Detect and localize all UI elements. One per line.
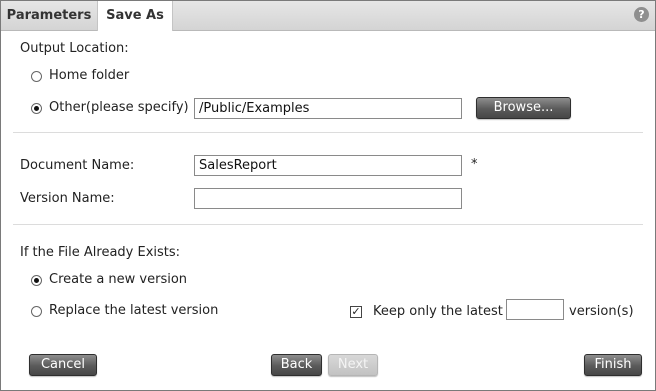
- next-button[interactable]: Next: [328, 354, 378, 376]
- other-path-input[interactable]: /Public/Examples: [194, 98, 462, 119]
- replace-latest-version-label: Replace the latest version: [49, 303, 219, 318]
- save-as-dialog: Parameters Save As ? Output Location: Ho…: [0, 0, 656, 391]
- finish-button[interactable]: Finish: [584, 354, 642, 376]
- version-name-input[interactable]: [194, 188, 462, 209]
- keep-only-latest-label: Keep only the latest: [373, 304, 503, 319]
- separator: [13, 132, 643, 133]
- create-new-version-label: Create a new version: [49, 272, 188, 287]
- document-name-label: Document Name:: [20, 158, 135, 173]
- version-name-label: Version Name:: [20, 191, 115, 206]
- tab-bar: Parameters Save As ?: [1, 1, 655, 31]
- back-button[interactable]: Back: [271, 354, 322, 376]
- output-location-heading: Output Location:: [20, 41, 129, 56]
- file-exists-heading: If the File Already Exists:: [20, 245, 181, 260]
- keep-versions-count-input[interactable]: [506, 299, 564, 320]
- versions-suffix-label: version(s): [569, 304, 634, 319]
- tab-save-as[interactable]: Save As: [97, 1, 173, 31]
- home-folder-radio[interactable]: [31, 71, 42, 82]
- other-location-radio[interactable]: [31, 103, 42, 114]
- keep-only-latest-checkbox[interactable]: ✓: [350, 306, 362, 318]
- other-location-label: Other(please specify): [49, 100, 189, 115]
- browse-button[interactable]: Browse...: [476, 97, 571, 119]
- tab-parameters[interactable]: Parameters: [1, 1, 97, 30]
- separator: [13, 224, 643, 225]
- document-name-input[interactable]: SalesReport: [194, 155, 462, 176]
- create-new-version-radio[interactable]: [31, 275, 42, 286]
- home-folder-label: Home folder: [49, 68, 130, 83]
- cancel-button[interactable]: Cancel: [29, 354, 97, 376]
- replace-latest-version-radio[interactable]: [31, 306, 42, 317]
- help-icon[interactable]: ?: [634, 7, 649, 22]
- required-marker: *: [471, 157, 478, 172]
